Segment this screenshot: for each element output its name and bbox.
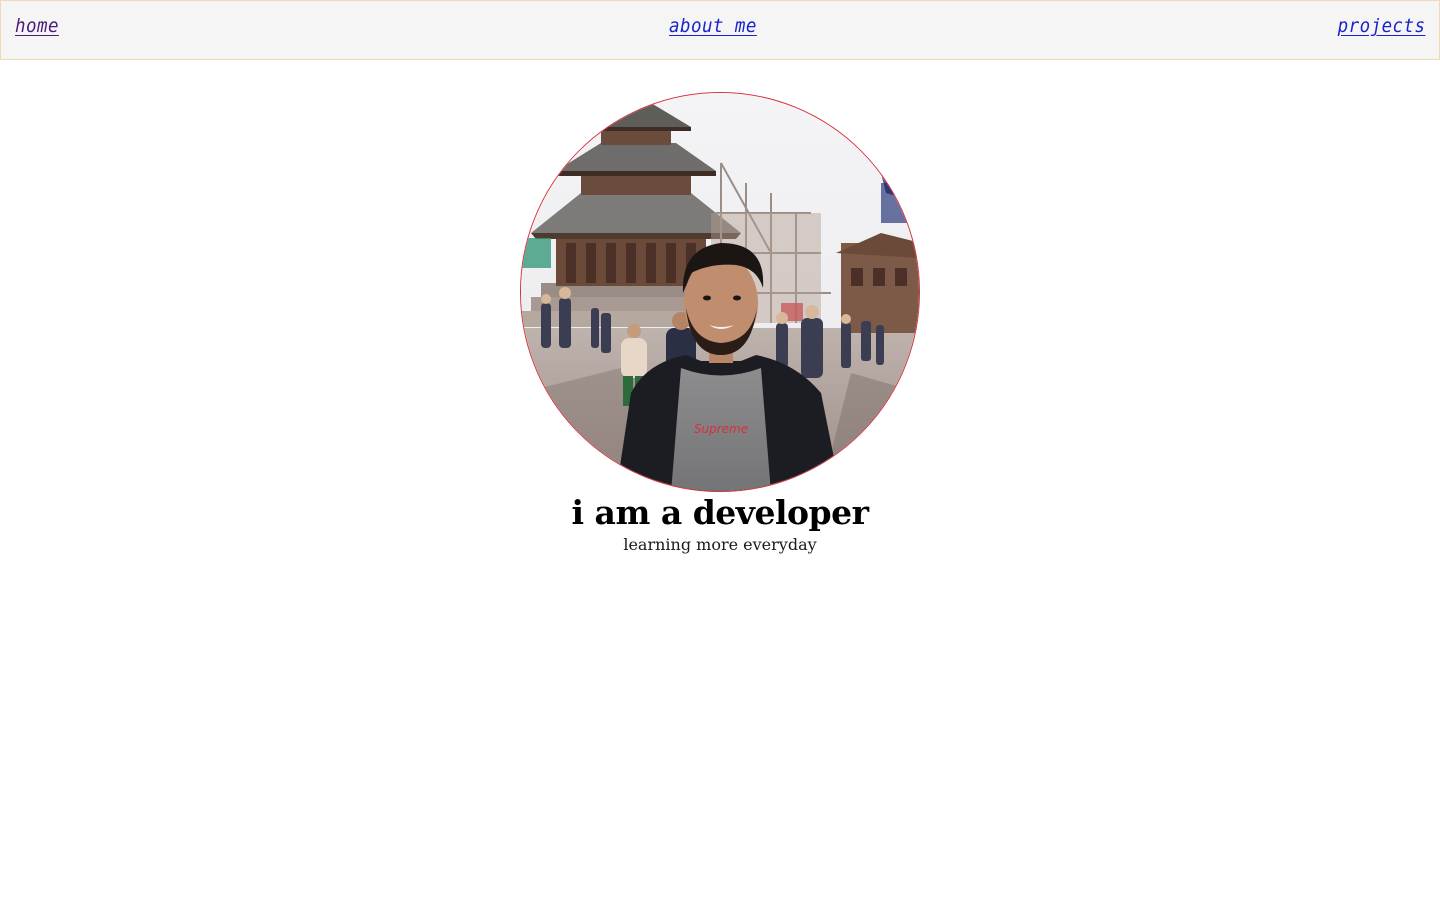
nav-home-link[interactable]: home bbox=[15, 15, 59, 37]
nav-about-link[interactable]: about me bbox=[669, 15, 757, 37]
profile-photo-image: Supreme bbox=[521, 93, 919, 491]
profile-photo: Supreme bbox=[520, 92, 920, 492]
shirt-logo-text: Supreme bbox=[694, 422, 748, 436]
hero-subline: learning more everyday bbox=[623, 535, 817, 554]
hero-headline: i am a developer bbox=[571, 493, 869, 532]
top-navbar: home about me projects bbox=[0, 0, 1440, 60]
nav-projects-link[interactable]: projects bbox=[1338, 15, 1426, 37]
